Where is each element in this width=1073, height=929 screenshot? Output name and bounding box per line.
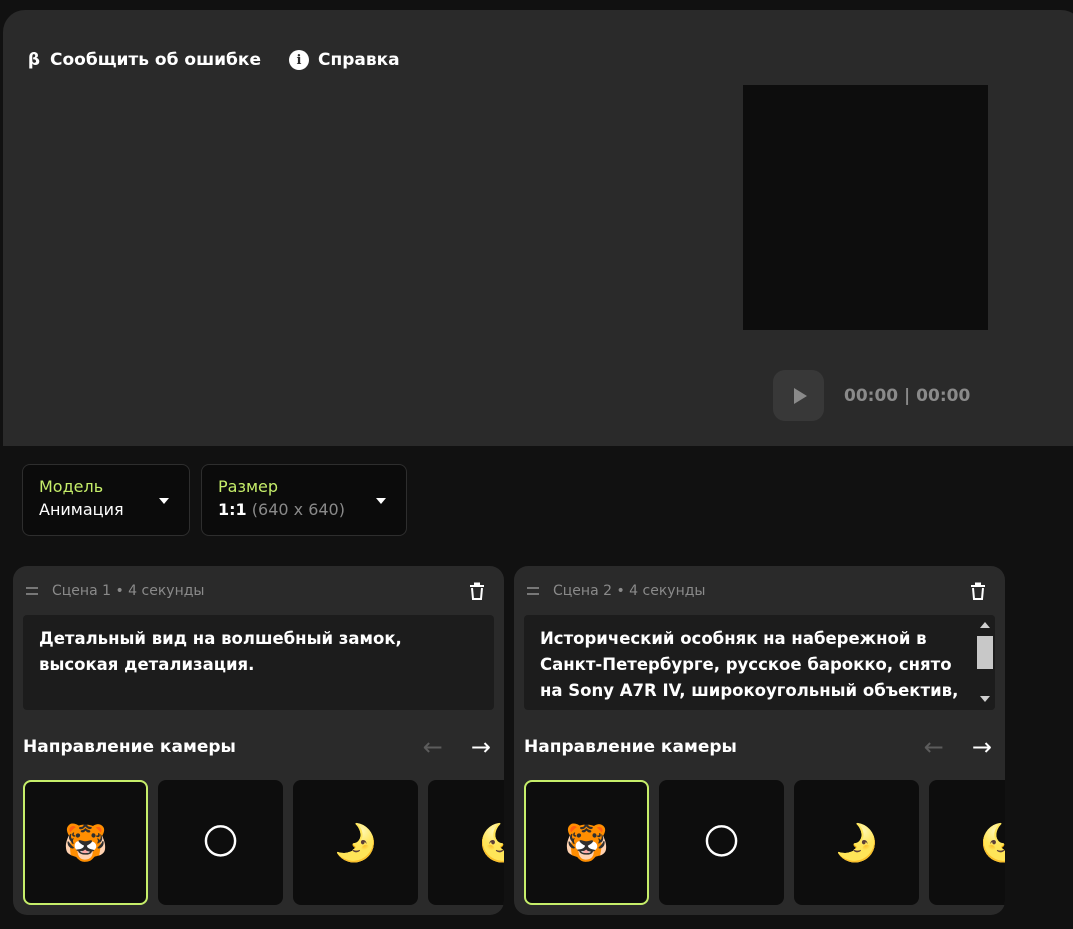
info-icon: i	[288, 50, 309, 70]
camera-thumb-tiger[interactable]: 🐯	[23, 780, 148, 905]
camera-direction-label: Направление камеры	[23, 737, 236, 757]
prompt-textarea[interactable]: Исторический особняк на набережной в Сан…	[524, 615, 995, 710]
camera-thumb-full-moon[interactable]: 🌕	[659, 780, 784, 905]
player-controls: 00:00 | 00:00	[773, 370, 970, 421]
scene-title: Сцена 1 • 4 секунды	[52, 583, 205, 599]
header-links: β Сообщить об ошибке i Справка	[27, 50, 400, 70]
size-ratio: 1:1	[218, 500, 247, 519]
arrow-left-icon[interactable]: ←	[924, 735, 944, 759]
trash-icon[interactable]	[467, 581, 487, 601]
prompt-scrollbar[interactable]	[975, 615, 995, 710]
play-button[interactable]	[773, 370, 824, 421]
camera-thumbs: 🐯 🌕 🌛 🌜	[23, 780, 504, 905]
scene-title: Сцена 2 • 4 секунды	[553, 583, 706, 599]
size-select[interactable]: Размер 1:1 (640 x 640)	[201, 464, 407, 536]
arrow-right-icon[interactable]: →	[471, 735, 491, 759]
drag-handle-icon[interactable]	[26, 587, 38, 595]
camera-thumb-moon-left[interactable]: 🌜	[428, 780, 504, 905]
arrow-left-icon[interactable]: ←	[423, 735, 443, 759]
camera-thumb-moon-right[interactable]: 🌛	[293, 780, 418, 905]
scroll-up-icon[interactable]	[980, 622, 990, 628]
app-root: β Сообщить об ошибке i Справка 00:00 | 0…	[0, 0, 1073, 929]
help-label: Справка	[317, 50, 400, 70]
help-link[interactable]: i Справка	[288, 50, 400, 70]
size-select-value: 1:1 (640 x 640)	[218, 498, 390, 522]
camera-thumb-tiger[interactable]: 🐯	[524, 780, 649, 905]
caret-down-icon	[376, 498, 386, 504]
time-display: 00:00 | 00:00	[844, 385, 971, 406]
camera-direction-row: Направление камеры ← →	[524, 732, 992, 762]
scroll-down-icon[interactable]	[980, 696, 990, 702]
camera-direction-row: Направление камеры ← →	[23, 732, 491, 762]
scene-header: Сцена 2 • 4 секунды	[527, 580, 992, 602]
model-select-value: Анимация	[39, 500, 124, 519]
model-select-label: Модель	[39, 477, 104, 496]
camera-direction-label: Направление камеры	[524, 737, 737, 757]
scene-header: Сцена 1 • 4 секунды	[26, 580, 491, 602]
report-error-link[interactable]: β Сообщить об ошибке	[27, 50, 261, 70]
prompt-textarea[interactable]: Детальный вид на волшебный замок, высока…	[23, 615, 494, 710]
drag-handle-icon[interactable]	[527, 587, 539, 595]
camera-thumb-moon-right[interactable]: 🌛	[794, 780, 919, 905]
play-icon	[794, 387, 807, 404]
beta-icon: β	[27, 50, 41, 70]
carousel-arrows: ← →	[423, 735, 491, 759]
model-select[interactable]: Модель Анимация	[22, 464, 190, 536]
arrow-right-icon[interactable]: →	[972, 735, 992, 759]
camera-thumb-full-moon[interactable]: 🌕	[158, 780, 283, 905]
size-dimensions: (640 x 640)	[251, 500, 345, 519]
carousel-arrows: ← →	[924, 735, 992, 759]
prompt-text: Исторический особняк на набережной в Сан…	[540, 629, 959, 700]
caret-down-icon	[159, 498, 169, 504]
camera-thumb-moon-left[interactable]: 🌜	[929, 780, 1005, 905]
size-select-label: Размер	[218, 477, 279, 496]
report-error-label: Сообщить об ошибке	[50, 50, 261, 70]
trash-icon[interactable]	[968, 581, 988, 601]
video-preview	[743, 85, 988, 330]
scene-card-1: Сцена 1 • 4 секунды Детальный вид на вол…	[13, 566, 504, 915]
scroll-thumb[interactable]	[977, 636, 993, 669]
scene-card-2: Сцена 2 • 4 секунды Исторический особняк…	[514, 566, 1005, 915]
camera-thumbs: 🐯 🌕 🌛 🌜	[524, 780, 1005, 905]
settings-selectors: Модель Анимация Размер 1:1 (640 x 640)	[22, 464, 407, 536]
